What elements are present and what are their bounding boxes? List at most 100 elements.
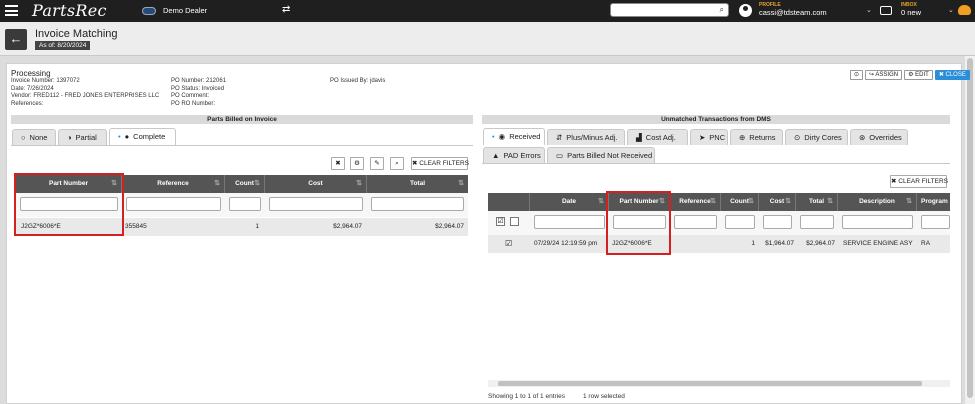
left-section-title: Parts Billed on Invoice <box>11 115 473 124</box>
tab-returns[interactable]: ⊕ Returns <box>730 129 783 145</box>
cell-count: 1 <box>751 240 755 247</box>
clear-icon[interactable]: ✖ <box>331 157 345 170</box>
sort-numeric-icon: ⇵ <box>556 133 563 142</box>
filter-date[interactable] <box>534 215 605 229</box>
back-button[interactable]: ← <box>5 29 27 50</box>
table-row[interactable]: ☑ 07/29/24 12:19:59 pm J2GZ*6006*E 1 $1,… <box>488 235 950 253</box>
filter-reference[interactable] <box>674 215 717 229</box>
chevron-down-icon[interactable]: ⌄ <box>948 6 954 14</box>
edit-button[interactable]: ⚙ EDIT <box>904 70 933 80</box>
overrides-icon: ⊛ <box>859 133 866 142</box>
invoice-date: Date: 7/26/2024 <box>11 85 54 92</box>
tab-parts-billed-not-received[interactable]: ▭ Parts Billed Not Received <box>547 147 655 163</box>
highlight-box <box>14 173 124 236</box>
active-dot-icon: • <box>118 132 121 141</box>
filter-cost[interactable] <box>763 215 792 229</box>
invoice-actions: ⊙ ↪ ASSIGN ⚙ EDIT ✖ CLOSE <box>850 70 970 80</box>
deselect-checkbox[interactable] <box>510 217 519 226</box>
horizontal-scrollbar[interactable] <box>488 380 950 387</box>
inbox-icon[interactable] <box>880 6 892 15</box>
clear-filters-button[interactable]: ✖ CLEAR FILTERS <box>411 157 469 170</box>
cell-cost: $1,964.07 <box>765 240 794 247</box>
column-date[interactable]: Date ⇅ <box>530 193 609 211</box>
po-info: PO Number: 212061 PO Status: Invoiced PO… <box>171 78 226 108</box>
column-count[interactable]: Count ⇅ <box>225 175 265 193</box>
cell-date: 07/29/24 12:19:59 pm <box>534 240 598 247</box>
inbox-count[interactable]: 0 new <box>901 8 921 17</box>
search-input[interactable]: ⌕ <box>610 3 729 17</box>
filter-count[interactable] <box>725 215 755 229</box>
row-checkbox-icon[interactable]: ☑ <box>505 235 512 253</box>
tab-received[interactable]: • ◉ Received <box>483 128 545 145</box>
column-reference[interactable]: Reference ⇅ <box>670 193 721 211</box>
po-number: PO Number: 212061 <box>171 78 227 84</box>
app-logo[interactable]: PartsRec <box>32 1 107 20</box>
filter-total[interactable] <box>371 197 464 211</box>
po-comment: PO Comment: <box>171 93 210 99</box>
column-total[interactable]: Total ⇅ <box>796 193 838 211</box>
entries-count: Showing 1 to 1 of 1 entries <box>488 393 565 400</box>
edit-icon[interactable]: ✎ <box>370 157 384 170</box>
filter-cost[interactable] <box>269 197 363 211</box>
settings-icon[interactable]: ⚙ <box>350 157 364 170</box>
chevron-down-icon[interactable]: ⌄ <box>866 6 872 14</box>
switch-dealer-icon[interactable]: ⇄ <box>282 4 290 15</box>
tab-pad-errors[interactable]: ▲ PAD Errors <box>483 147 545 163</box>
search-icon[interactable]: ⌕ <box>720 5 724 15</box>
warning-icon: ▲ <box>492 151 500 160</box>
refresh-button[interactable]: ⊙ <box>850 70 864 80</box>
tab-dirty-cores[interactable]: ⊙ Dirty Cores <box>785 129 848 145</box>
column-program[interactable]: Program <box>917 193 950 211</box>
invoice-number: Invoice Number: 1397072 <box>11 78 80 84</box>
tab-overrides[interactable]: ⊛ Overrides <box>850 129 908 145</box>
sort-icon: ⇅ <box>827 198 833 205</box>
tab-cost-adj[interactable]: ▟ Cost Adj. <box>627 129 688 145</box>
filter-reference[interactable] <box>126 197 221 211</box>
profile-email[interactable]: cassi@tdsteam.com <box>759 8 827 17</box>
sort-icon: ⇅ <box>748 198 754 205</box>
filter-count[interactable] <box>229 197 261 211</box>
column-reference[interactable]: Reference ⇅ <box>122 175 225 193</box>
avatar-icon[interactable] <box>739 4 752 17</box>
filter-total[interactable] <box>800 215 834 229</box>
search-icon[interactable]: ⌕ <box>390 157 404 170</box>
tab-partial[interactable]: ◑ Partial <box>58 129 107 145</box>
column-cost[interactable]: Cost ⇅ <box>759 193 796 211</box>
column-count[interactable]: Count ⇅ <box>721 193 759 211</box>
column-description[interactable]: Description ⇅ <box>838 193 917 211</box>
sort-icon: ⇅ <box>906 198 912 205</box>
active-dot-icon: • <box>492 132 495 141</box>
page-scrollbar[interactable] <box>965 56 975 404</box>
rows-selected: 1 row selected <box>583 393 625 400</box>
filter-program[interactable] <box>921 215 950 229</box>
filter-description[interactable] <box>842 215 913 229</box>
sort-icon: ⇅ <box>598 198 604 205</box>
sort-icon: ⇅ <box>458 180 464 187</box>
sort-icon: ⇅ <box>785 198 791 205</box>
cell-cost: $2,964.07 <box>333 223 362 230</box>
tab-pnc[interactable]: ➤ PNC <box>690 129 728 145</box>
cell-total: $2,964.07 <box>435 223 464 230</box>
divider <box>11 145 473 146</box>
clear-filters-button[interactable]: ✖ CLEAR FILTERS <box>890 175 948 188</box>
column-total[interactable]: Total ⇅ <box>367 175 468 193</box>
cloud-upload-icon[interactable] <box>958 5 971 15</box>
right-grid-header: Date ⇅ Part Number ⇅ Reference ⇅ Count ⇅ Cos… <box>488 193 950 211</box>
invoice-info: Processing Invoice Number: 1397072 Date:… <box>11 69 159 108</box>
scrollbar-thumb[interactable] <box>498 381 922 386</box>
sort-icon: ⇅ <box>356 180 362 187</box>
cell-program: RA <box>921 240 931 247</box>
right-filter-row: ☑ <box>488 211 950 235</box>
assign-button[interactable]: ↪ ASSIGN <box>865 70 903 80</box>
select-all-checkbox[interactable]: ☑ <box>496 217 505 226</box>
tab-none[interactable]: ○ None <box>12 129 56 145</box>
menu-icon[interactable] <box>5 5 18 16</box>
page-header: ← Invoice Matching As of: 8/20/2024 <box>0 22 975 56</box>
sort-icon: ⇅ <box>214 180 220 187</box>
column-cost[interactable]: Cost ⇅ <box>265 175 367 193</box>
cell-count: 1 <box>255 223 259 230</box>
tab-plus-minus-adj[interactable]: ⇵ Plus/Minus Adj. <box>547 129 625 145</box>
close-button[interactable]: ✖ CLOSE <box>934 70 970 80</box>
tab-complete[interactable]: • ● Complete <box>109 128 176 145</box>
dealer-name[interactable]: Demo Dealer <box>163 6 207 15</box>
